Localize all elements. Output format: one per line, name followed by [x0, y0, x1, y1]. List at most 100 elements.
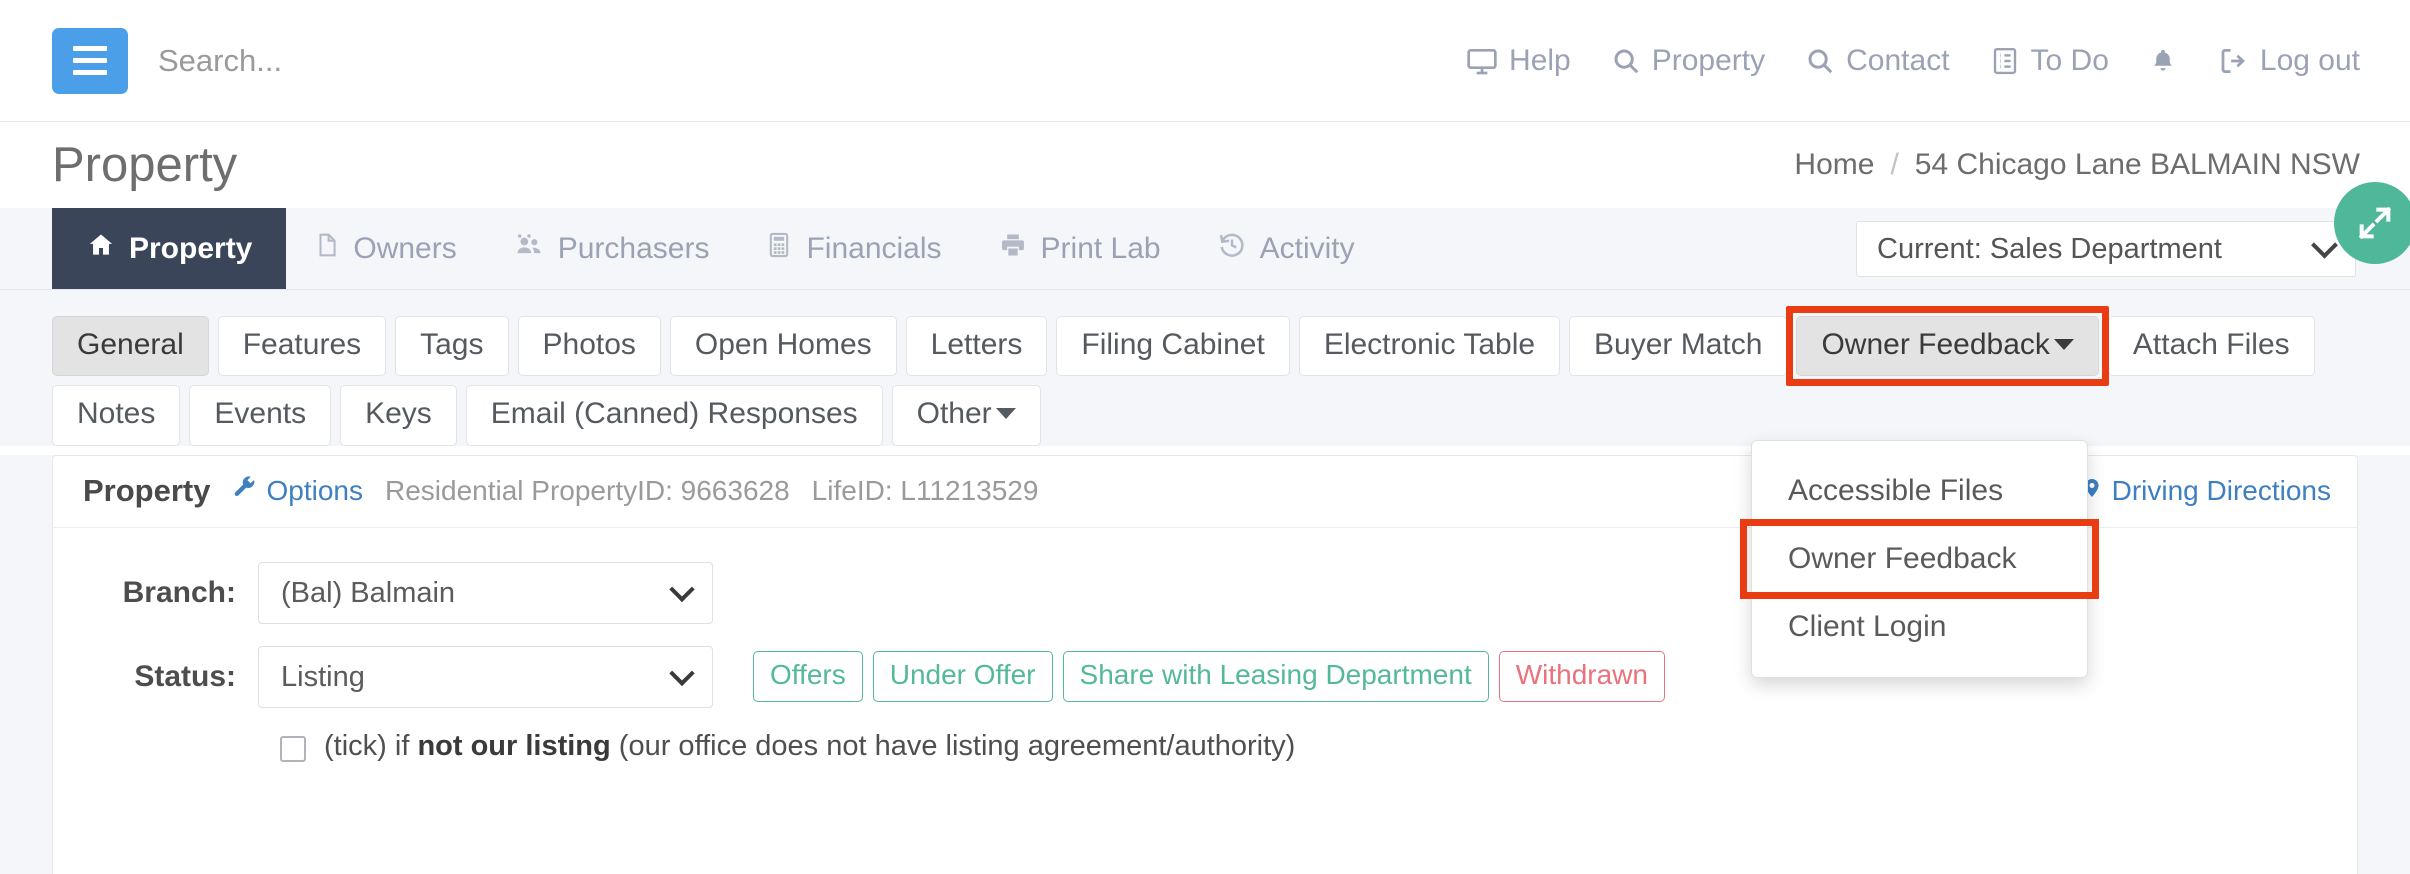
sub-tab-attach-files[interactable]: Attach Files	[2107, 316, 2315, 377]
card-header-right: | Driving Directions	[2057, 474, 2331, 509]
life-id: LifeID: L11213529	[811, 475, 1039, 507]
chevron-down-icon	[2053, 338, 2074, 350]
sub-tab-tags[interactable]: Tags	[395, 316, 509, 377]
module-tab-activity-label: Activity	[1259, 231, 1355, 265]
monitor-icon	[1466, 45, 1498, 77]
top-nav-property[interactable]: Property	[1611, 44, 1765, 78]
sub-tab-open-homes[interactable]: Open Homes	[669, 316, 897, 377]
offers-button[interactable]: Offers	[753, 651, 863, 703]
search-icon	[1611, 46, 1641, 76]
branch-select-wrap: (Bal) Balmain	[258, 561, 713, 624]
department-select[interactable]: Current: Sales Department	[1856, 220, 2356, 277]
sub-tab-other[interactable]: Other	[891, 385, 1041, 446]
not-our-listing-checkbox[interactable]	[280, 735, 306, 762]
sub-tab-open-homes-label: Open Homes	[694, 328, 872, 361]
withdrawn-button[interactable]: Withdrawn	[1498, 651, 1665, 703]
status-label: Status:	[134, 659, 236, 693]
module-tab-purchasers[interactable]: Purchasers	[485, 208, 738, 289]
file-icon	[314, 230, 340, 268]
sub-tab-row-2: Notes Events Keys Email (Canned) Respons…	[52, 385, 2410, 446]
sub-tab-photos-label: Photos	[542, 328, 636, 361]
dropdown-item-owner-feedback[interactable]: Owner Feedback	[1740, 519, 2099, 599]
sub-tab-keys-label: Keys	[365, 397, 432, 431]
sub-tab-row-1: General Features Tags Photos Open Homes …	[52, 305, 2410, 387]
not-our-listing-suffix: (our office does not have listing agreem…	[610, 729, 1296, 762]
chevron-down-icon	[995, 407, 1016, 419]
hamburger-icon[interactable]	[52, 27, 128, 94]
not-our-listing-row: (tick) if not our listing (our office do…	[83, 730, 2327, 763]
dropdown-item-client-login[interactable]: Client Login	[1752, 593, 2087, 661]
users-icon	[513, 231, 545, 267]
sub-tab-email-canned-responses-label: Email (Canned) Responses	[490, 397, 858, 431]
status-action-buttons: Offers Under Offer Share with Leasing De…	[753, 651, 1665, 703]
sub-tab-features-label: Features	[242, 328, 362, 361]
module-tab-property-label: Property	[129, 231, 253, 265]
not-our-listing-strong: not our listing	[417, 729, 611, 762]
module-tab-owners[interactable]: Owners	[286, 208, 484, 289]
sub-tab-electronic-table[interactable]: Electronic Table	[1298, 316, 1561, 377]
department-select-wrap: Current: Sales Department	[1856, 220, 2356, 277]
owner-feedback-dropdown-menu: Accessible Files Owner Feedback Client L…	[1740, 440, 2099, 678]
branch-select[interactable]: (Bal) Balmain	[258, 561, 713, 624]
expand-arrows-icon[interactable]	[2334, 182, 2410, 264]
sub-tab-keys[interactable]: Keys	[340, 385, 457, 446]
sub-tab-letters[interactable]: Letters	[905, 316, 1048, 377]
sub-tab-buyer-match[interactable]: Buyer Match	[1569, 316, 1788, 377]
sub-tab-area: General Features Tags Photos Open Homes …	[0, 290, 2410, 446]
driving-directions-link[interactable]: Driving Directions	[2081, 474, 2331, 509]
module-tab-property[interactable]: Property	[52, 208, 287, 289]
breadcrumb-home[interactable]: Home	[1794, 148, 1874, 182]
options-link[interactable]: Options	[232, 475, 363, 508]
list-icon	[1990, 46, 2020, 76]
module-tab-bar: Property Owners Purchasers Financials Pr…	[0, 208, 2410, 290]
breadcrumb: Home / 54 Chicago Lane BALMAIN NSW	[1794, 148, 2360, 182]
sub-tab-attach-files-label: Attach Files	[2132, 328, 2290, 361]
sub-tab-notes[interactable]: Notes	[52, 385, 181, 446]
dropdown-item-accessible-files[interactable]: Accessible Files	[1752, 457, 2087, 525]
top-nav: Help Property Contact To Do Log out	[1466, 44, 2360, 78]
not-our-listing-label: (tick) if not our listing (our office do…	[324, 730, 1295, 763]
sub-tab-general[interactable]: General	[52, 316, 209, 377]
sub-tab-notes-label: Notes	[77, 397, 156, 431]
module-tab-financials[interactable]: Financials	[737, 208, 969, 289]
status-select[interactable]: Listing	[258, 645, 713, 708]
status-select-wrap: Listing	[258, 645, 713, 708]
sub-tab-owner-feedback[interactable]: Owner Feedback	[1786, 305, 2110, 387]
top-nav-logout-label: Log out	[2259, 43, 2360, 77]
search-input[interactable]	[158, 42, 858, 79]
top-nav-todo[interactable]: To Do	[1990, 44, 2109, 78]
module-tab-owners-label: Owners	[353, 231, 457, 265]
options-link-label: Options	[266, 475, 363, 507]
sub-tab-features[interactable]: Features	[217, 316, 387, 377]
sub-tab-filing-cabinet[interactable]: Filing Cabinet	[1056, 316, 1290, 377]
app-root: Help Property Contact	[0, 0, 2410, 874]
sign-out-icon	[2217, 46, 2249, 76]
sub-tab-other-label: Other	[916, 397, 992, 431]
top-bar: Help Property Contact	[0, 0, 2410, 122]
breadcrumb-separator: /	[1890, 148, 1899, 181]
home-icon	[86, 231, 116, 267]
sub-tab-tags-label: Tags	[420, 328, 484, 361]
module-tab-purchasers-label: Purchasers	[557, 231, 710, 265]
sub-tab-email-canned-responses[interactable]: Email (Canned) Responses	[465, 385, 883, 446]
module-tab-print-lab[interactable]: Print Lab	[970, 208, 1189, 289]
sub-tab-photos[interactable]: Photos	[517, 316, 661, 377]
property-id: Residential PropertyID: 9663628	[384, 475, 790, 507]
sub-tab-general-label: General	[77, 328, 184, 361]
top-nav-notifications[interactable]	[2149, 46, 2177, 76]
calculator-icon	[765, 230, 793, 268]
title-bar: Property Home / 54 Chicago Lane BALMAIN …	[0, 122, 2410, 208]
top-nav-help[interactable]: Help	[1466, 44, 1571, 78]
module-tab-financials-label: Financials	[806, 231, 942, 265]
sub-tab-events[interactable]: Events	[189, 385, 332, 446]
top-nav-logout[interactable]: Log out	[2217, 44, 2360, 78]
under-offer-button[interactable]: Under Offer	[872, 651, 1053, 703]
share-with-leasing-department-button[interactable]: Share with Leasing Department	[1062, 651, 1489, 703]
bell-icon	[2149, 46, 2177, 76]
printer-icon	[998, 231, 1028, 267]
top-nav-contact[interactable]: Contact	[1805, 44, 1950, 78]
module-tab-activity[interactable]: Activity	[1189, 208, 1383, 289]
sub-tab-letters-label: Letters	[930, 328, 1023, 361]
card-title: Property	[83, 473, 211, 509]
sub-tab-buyer-match-label: Buyer Match	[1594, 328, 1763, 361]
